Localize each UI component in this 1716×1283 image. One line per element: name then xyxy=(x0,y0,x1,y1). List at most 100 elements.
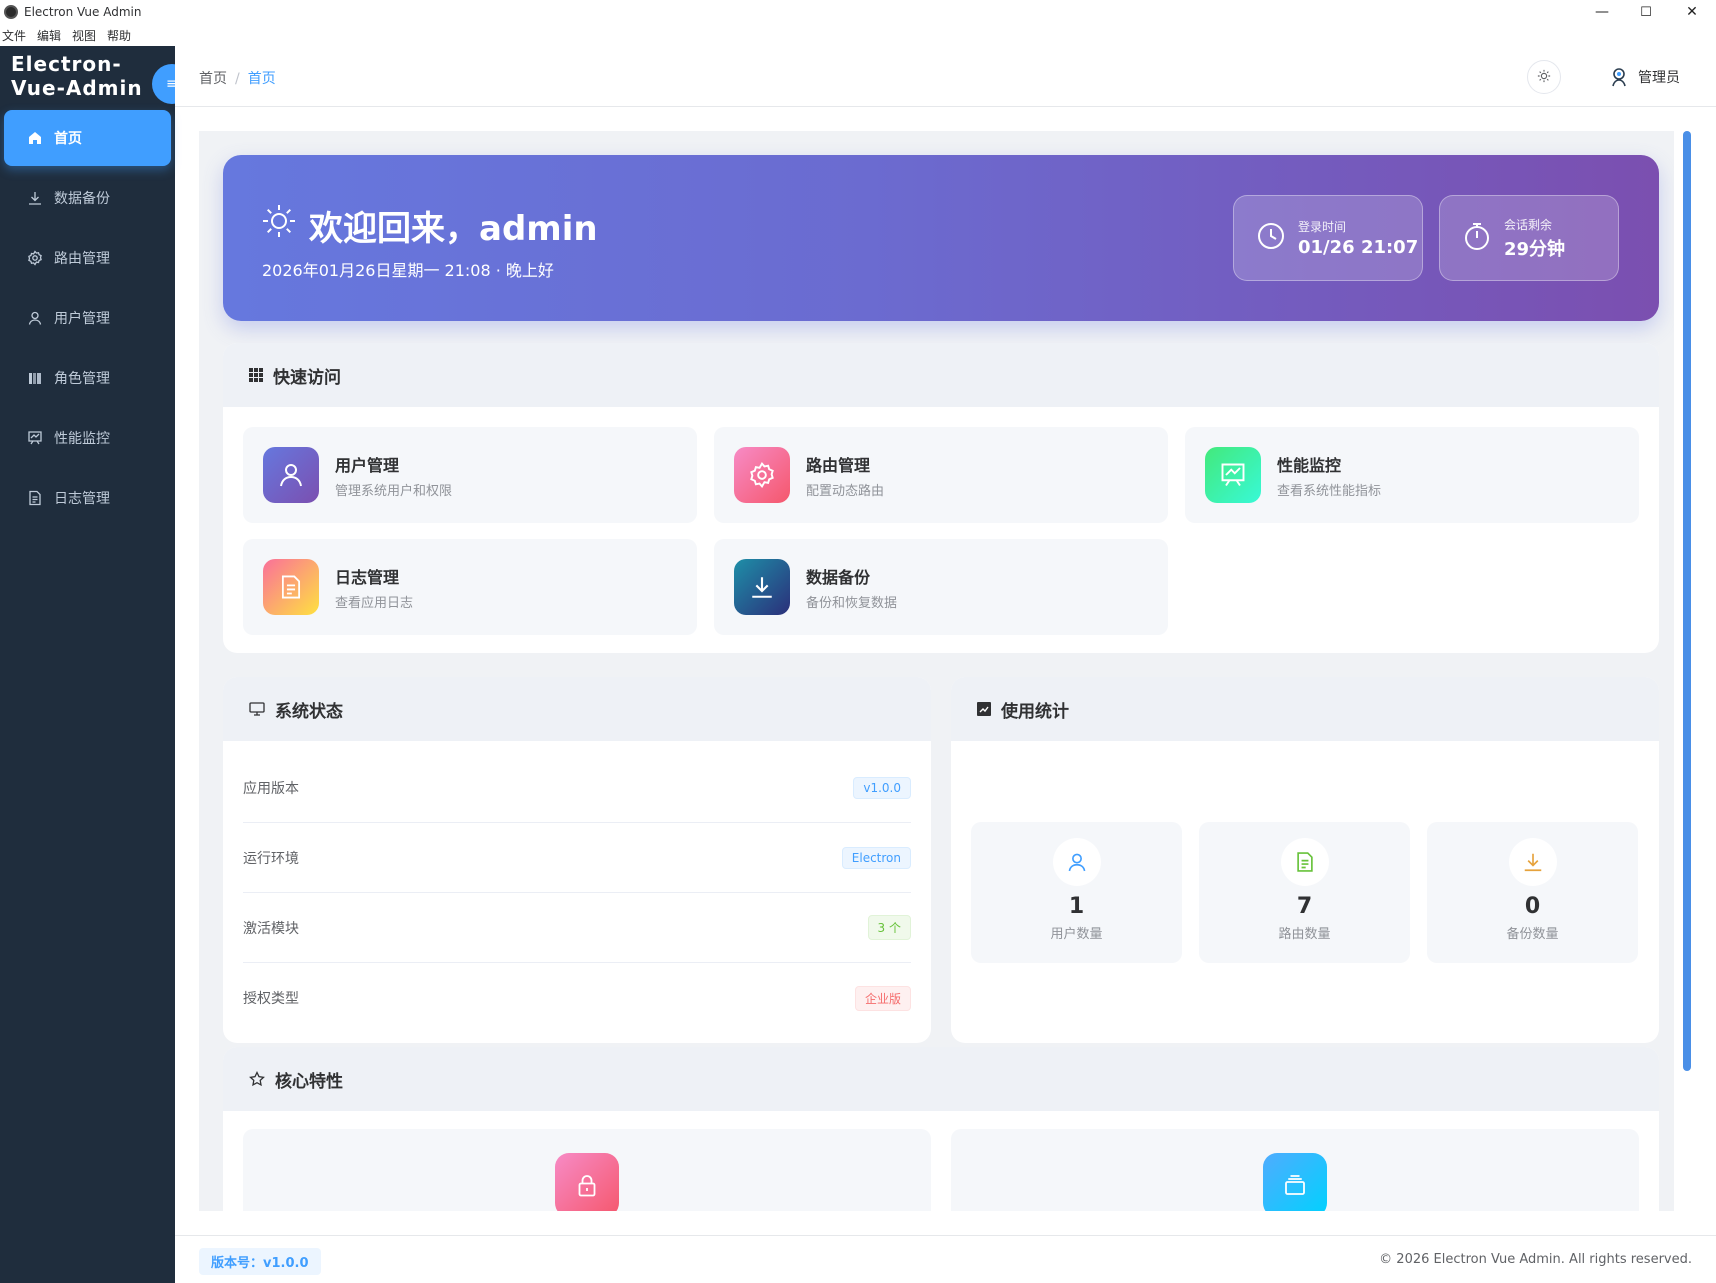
maximize-button[interactable]: ☐ xyxy=(1624,0,1668,24)
stat-backups: 0 备份数量 xyxy=(1427,822,1638,963)
breadcrumb: 首页 / 首页 xyxy=(199,68,276,88)
menu-help[interactable]: 帮助 xyxy=(105,27,138,44)
quick-item-title: 性能监控 xyxy=(1277,455,1342,475)
menu-file[interactable]: 文件 xyxy=(0,27,33,44)
sidebar-item-label: 日志管理 xyxy=(54,491,110,507)
timer-icon xyxy=(1462,221,1492,255)
quick-item-backup[interactable]: 数据备份 备份和恢复数据 xyxy=(714,539,1168,635)
document-icon xyxy=(26,489,44,507)
app-icon xyxy=(4,5,18,19)
layers-icon xyxy=(1263,1153,1327,1211)
system-status-header: 系统状态 xyxy=(223,677,931,741)
stat-label: 用户数量 xyxy=(1050,927,1103,942)
monitor-icon xyxy=(249,702,265,716)
avatar xyxy=(1608,66,1630,88)
sidebar-item-label: 首页 xyxy=(54,131,82,147)
sidebar-item-roles[interactable]: 角色管理 xyxy=(4,350,171,406)
user-icon xyxy=(263,447,319,503)
core-features-title: 核心特性 xyxy=(275,1071,343,1092)
sidebar-item-label: 用户管理 xyxy=(54,311,110,327)
sidebar-item-routes[interactable]: 路由管理 xyxy=(4,230,171,286)
status-row-version: 应用版本 v1.0.0 xyxy=(243,753,911,823)
stat-value: 7 xyxy=(1296,894,1313,919)
status-label: 应用版本 xyxy=(243,780,299,797)
user-icon xyxy=(26,309,44,327)
login-time-label: 登录时间 xyxy=(1298,220,1347,234)
quick-item-routes[interactable]: 路由管理 配置动态路由 xyxy=(714,427,1168,523)
theme-toggle-button[interactable] xyxy=(1527,60,1561,94)
breadcrumb-home[interactable]: 首页 xyxy=(199,71,227,87)
stat-routes: 7 路由数量 xyxy=(1199,822,1410,963)
clock-icon xyxy=(1256,221,1286,255)
quick-item-monitor[interactable]: 性能监控查看系统性能指标 xyxy=(1185,427,1639,523)
document-icon xyxy=(1280,838,1329,886)
gear-icon xyxy=(26,249,44,267)
quick-item-title: 用户管理 xyxy=(335,455,400,475)
core-features-header: 核心特性 xyxy=(223,1047,1659,1111)
stat-users: 1 用户数量 xyxy=(971,822,1182,963)
feature-card-modules xyxy=(951,1129,1639,1211)
version-badge: 版本号：v1.0.0 xyxy=(199,1248,321,1275)
copyright-text: © 2026 Electron Vue Admin. All rights re… xyxy=(1379,1252,1692,1267)
menu-edit[interactable]: 编辑 xyxy=(35,27,68,44)
status-label: 运行环境 xyxy=(243,850,299,867)
breadcrumb-current: 首页 xyxy=(247,71,276,87)
sun-icon xyxy=(1537,68,1551,87)
status-badge: 企业版 xyxy=(854,985,911,1011)
quick-item-title: 数据备份 xyxy=(806,567,871,587)
sidebar-item-backup[interactable]: 数据备份 xyxy=(4,170,171,226)
main-content[interactable]: 欢迎回来，admin 2026年01月26日星期一 21:08 · 晚上好 登录… xyxy=(199,131,1674,1211)
sidebar: Electron-Vue-Admin ≡ 首页 数据备份 路由管理 用户管理 角… xyxy=(0,46,192,1283)
session-remaining-card: 会话剩余 29分钟 xyxy=(1439,195,1619,281)
session-remaining-label: 会话剩余 xyxy=(1504,217,1553,232)
stat-value: 0 xyxy=(1524,894,1541,919)
quick-access-header: 快速访问 xyxy=(223,343,1659,407)
welcome-title: 欢迎回来，admin xyxy=(261,201,598,250)
status-row-modules: 激活模块 3 个 xyxy=(243,893,911,963)
quick-item-desc: 查看系统性能指标 xyxy=(1277,483,1382,499)
monitor-chart-icon xyxy=(1205,447,1261,503)
close-button[interactable]: ✕ xyxy=(1670,0,1714,24)
status-badge: 3 个 xyxy=(867,915,911,940)
home-icon xyxy=(26,129,44,147)
window-title: Electron Vue Admin xyxy=(24,5,142,19)
login-time-card: 登录时间 01/26 21:07 xyxy=(1233,195,1423,281)
download-icon xyxy=(1508,838,1557,886)
quick-item-title: 日志管理 xyxy=(335,567,400,587)
stat-label: 路由数量 xyxy=(1278,927,1331,942)
app-window: Electron Vue Admin — ☐ ✕ 文件 编辑 视图 帮助 Ele… xyxy=(0,0,1716,1283)
sidebar-item-monitor[interactable]: 性能监控 xyxy=(4,410,171,466)
status-row-environment: 运行环境 Electron xyxy=(243,823,911,893)
quick-item-desc: 查看应用日志 xyxy=(335,595,414,611)
menu-view[interactable]: 视图 xyxy=(70,27,103,44)
vertical-scrollbar[interactable] xyxy=(1683,131,1691,1071)
role-icon xyxy=(26,369,44,387)
grid-icon xyxy=(249,368,263,382)
core-features-card: 核心特性 xyxy=(223,1047,1659,1211)
sidebar-item-label: 路由管理 xyxy=(54,251,110,267)
quick-access-title: 快速访问 xyxy=(273,367,341,388)
title-bar: Electron Vue Admin — ☐ ✕ xyxy=(0,0,1716,24)
lock-icon xyxy=(555,1153,619,1211)
footer: 版本号：v1.0.0 © 2026 Electron Vue Admin. Al… xyxy=(175,1235,1716,1283)
sidebar-item-users[interactable]: 用户管理 xyxy=(4,290,171,346)
sidebar-item-label: 性能监控 xyxy=(54,431,110,447)
usage-stats-header: 使用统计 xyxy=(951,677,1659,741)
stat-label: 备份数量 xyxy=(1506,927,1559,942)
quick-item-logs[interactable]: 日志管理查看应用日志 xyxy=(243,539,697,635)
user-menu[interactable]: 管理员 xyxy=(1608,66,1680,88)
app-logo: Electron-Vue-Admin xyxy=(11,52,143,100)
sidebar-item-home[interactable]: 首页 xyxy=(4,110,171,166)
menu-bar: 文件 编辑 视图 帮助 xyxy=(0,24,1716,46)
sidebar-item-label: 数据备份 xyxy=(54,191,110,207)
sidebar-item-logs[interactable]: 日志管理 xyxy=(4,470,171,526)
status-badge: v1.0.0 xyxy=(853,776,911,799)
user-name: 管理员 xyxy=(1638,70,1680,86)
minimize-button[interactable]: — xyxy=(1580,0,1624,24)
usage-stats-card: 使用统计 1 用户数量 7 路由数量 0 备份数量 xyxy=(951,677,1659,1043)
welcome-subtitle: 2026年01月26日星期一 21:08 · 晚上好 xyxy=(262,261,554,280)
quick-item-users[interactable]: 用户管理 管理系统用户和权限 xyxy=(243,427,697,523)
sidebar-menu: 首页 数据备份 路由管理 用户管理 角色管理 性能监控 日志管理 xyxy=(0,110,175,530)
status-label: 激活模块 xyxy=(243,920,299,937)
top-header: 首页 / 首页 管理员 xyxy=(175,46,1716,107)
